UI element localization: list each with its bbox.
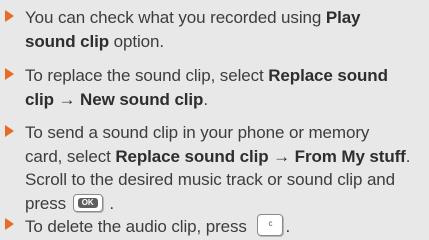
triangle-bullet-icon: [5, 10, 14, 22]
text-run: .: [104, 193, 114, 213]
triangle-bullet-icon: [5, 68, 14, 80]
text-line: clip → New sound clip.: [25, 88, 425, 112]
text-run: To delete the audio clip, press: [25, 217, 252, 236]
text-line: To send a sound clip in your phone or me…: [25, 121, 425, 145]
clear-key-icon: c: [257, 214, 284, 236]
triangle-bullet-icon: [5, 218, 14, 230]
text-run: .: [405, 146, 411, 166]
text-run: To send a sound clip in your phone or me…: [25, 123, 370, 142]
text-run: card, select: [25, 146, 116, 166]
text-line: To replace the sound clip, select Replac…: [25, 64, 425, 88]
text-run: .: [203, 89, 208, 109]
arrow-separator: →: [268, 146, 295, 166]
text-run: To replace the sound clip, select: [25, 66, 269, 85]
text-line: card, select Replace sound clip → From M…: [25, 145, 425, 169]
ok-key-label: OK: [77, 197, 98, 208]
list-item-text: You can check what you recorded using Pl…: [25, 6, 425, 53]
list-item-text: To delete the audio clip, press c.: [25, 214, 425, 238]
text-line: sound clip option.: [25, 30, 425, 54]
manual-page: You can check what you recorded using Pl…: [0, 0, 429, 240]
text-run: press: [25, 193, 71, 213]
text-line: To delete the audio clip, press c.: [25, 214, 425, 238]
text-run: You can check what you recorded using: [25, 8, 326, 27]
clear-key-label: c: [268, 219, 273, 228]
bold-term: sound clip: [25, 31, 110, 51]
triangle-bullet-icon: [5, 125, 14, 137]
text-run: Scroll to the desired music track or sou…: [25, 170, 396, 189]
bold-term: Play: [325, 8, 361, 27]
text-line: Scroll to the desired music track or sou…: [25, 168, 425, 192]
ok-key-icon: OK: [72, 193, 103, 212]
text-run: option.: [109, 31, 164, 51]
arrow-separator: →: [53, 89, 81, 109]
text-run: .: [285, 217, 291, 236]
list-item-text: To send a sound clip in your phone or me…: [25, 121, 425, 215]
bold-term: Replace sound clip: [115, 146, 269, 166]
text-line: press OK .: [25, 192, 425, 216]
bold-term: clip: [25, 89, 54, 109]
bold-term: New sound clip: [80, 89, 204, 109]
text-line: You can check what you recorded using Pl…: [25, 6, 425, 30]
bold-term: From My stuff: [294, 146, 406, 166]
list-item-text: To replace the sound clip, select Replac…: [25, 64, 425, 111]
bold-term: Replace sound: [268, 66, 388, 85]
